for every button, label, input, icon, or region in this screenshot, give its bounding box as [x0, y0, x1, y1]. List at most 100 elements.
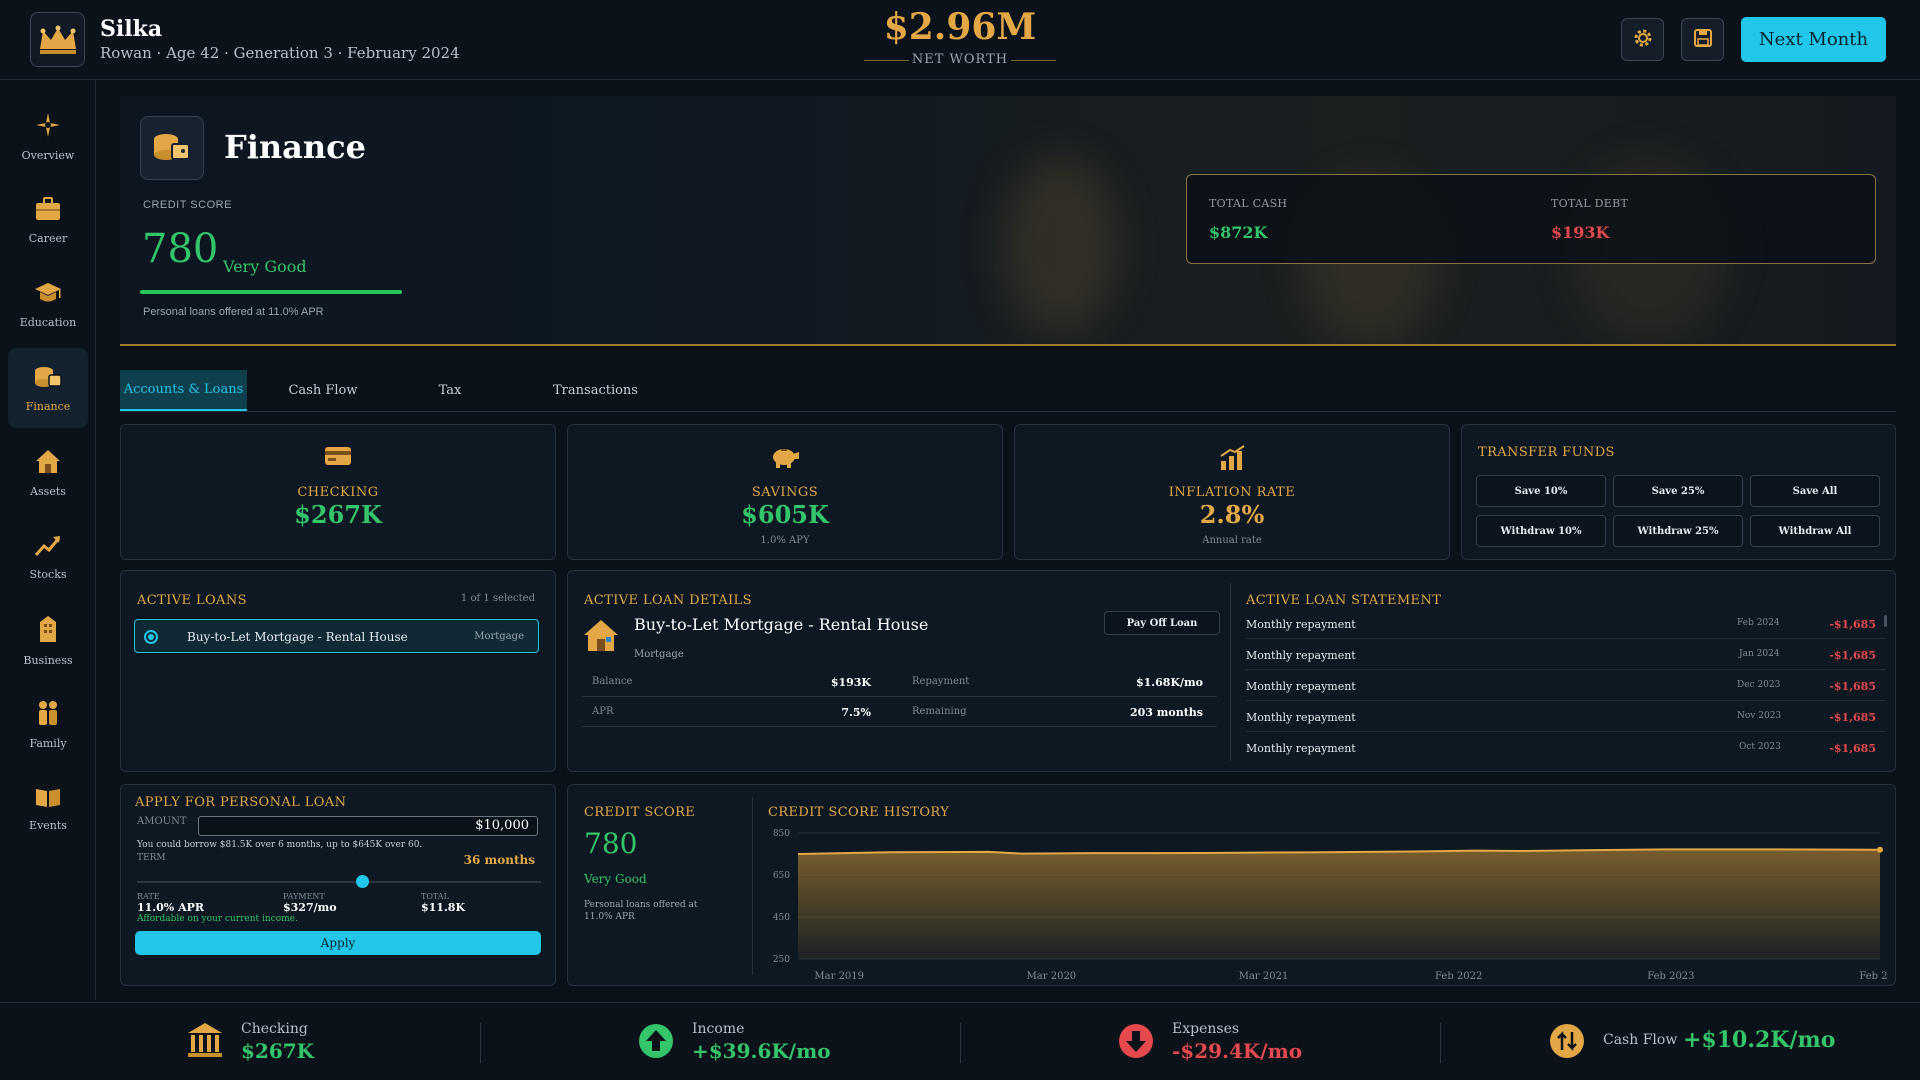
credit-rating: Very Good — [223, 257, 307, 276]
save-button[interactable] — [1681, 18, 1724, 61]
rate-label: RATE — [137, 892, 160, 901]
y-tick-label: 250 — [773, 955, 790, 965]
total-debt-value: $193K — [1551, 223, 1610, 242]
credit-panel-rating: Very Good — [584, 872, 647, 886]
chart-title: CREDIT SCORE HISTORY — [768, 805, 950, 820]
y-tick-label: 850 — [773, 829, 790, 839]
sidebar-item-career[interactable]: Career — [8, 180, 88, 260]
affordability-note: Affordable on your current income. — [137, 914, 298, 924]
apply-button[interactable]: Apply — [135, 931, 541, 955]
gear-icon — [1632, 27, 1654, 53]
footer-checking-value: $267K — [241, 1039, 315, 1063]
x-tick-label: Mar 2021 — [1239, 971, 1289, 982]
y-tick-label: 650 — [773, 871, 790, 881]
x-tick-label: Feb 2024 — [1859, 971, 1888, 982]
net-worth-label: NET WORTH — [860, 52, 1060, 67]
apr-value: 7.5% — [841, 706, 871, 719]
finance-tabs: Accounts & Loans Cash Flow Tax Transacti… — [120, 370, 1896, 412]
page-title: Finance — [224, 128, 366, 166]
save-10-button[interactable]: Save 10% — [1476, 475, 1606, 507]
briefcase-icon — [34, 196, 62, 226]
sidebar-item-finance[interactable]: Finance — [8, 348, 88, 428]
sidebar-item-label: Stocks — [29, 567, 67, 581]
remaining-label: Remaining — [912, 706, 967, 717]
footer-income-label: Income — [692, 1021, 745, 1037]
sidebar-item-education[interactable]: Education — [8, 264, 88, 344]
checking-card: CHECKING $267K — [120, 424, 556, 560]
inflation-title: INFLATION RATE — [1168, 485, 1296, 500]
inflation-value: 2.8% — [1199, 500, 1265, 529]
swap-arrows-icon — [1549, 1023, 1585, 1063]
withdraw-all-button[interactable]: Withdraw All — [1750, 515, 1880, 547]
credit-score-value: 780 — [142, 226, 219, 272]
sidebar-item-label: Finance — [25, 399, 71, 413]
credit-score-bar — [140, 290, 402, 294]
withdraw-25-button[interactable]: Withdraw 25% — [1613, 515, 1743, 547]
x-tick-label: Feb 2022 — [1435, 971, 1482, 982]
remaining-value: 203 months — [1129, 706, 1203, 719]
card-icon — [121, 445, 555, 467]
sidebar-item-stocks[interactable]: Stocks — [8, 516, 88, 596]
coins-icon — [140, 116, 204, 180]
savings-value: $605K — [741, 500, 829, 529]
save-25-button[interactable]: Save 25% — [1613, 475, 1743, 507]
pay-off-loan-button[interactable]: Pay Off Loan — [1104, 611, 1220, 635]
save-icon — [1693, 28, 1713, 52]
total-cash-label: TOTAL CASH — [1209, 197, 1288, 210]
loan-details-title: ACTIVE LOAN DETAILS — [584, 593, 752, 608]
personal-loan-panel: APPLY FOR PERSONAL LOAN AMOUNT $10,000 Y… — [120, 784, 556, 986]
active-loans-panel: ACTIVE LOANS 1 of 1 selected Buy-to-Let … — [120, 570, 556, 772]
credit-panel-score: 780 — [584, 827, 638, 860]
sidebar-item-assets[interactable]: Assets — [8, 432, 88, 512]
settings-button[interactable] — [1621, 18, 1664, 61]
tab-transactions[interactable]: Transactions — [538, 370, 653, 411]
loan-list-item[interactable]: Buy-to-Let Mortgage - Rental House Mortg… — [134, 619, 539, 653]
loan-offer-note: Personal loans offered at 11.0% APR — [143, 306, 324, 318]
save-all-button[interactable]: Save All — [1750, 475, 1880, 507]
statement-row: Monthly repayment Jan 2024 -$1,685 — [1246, 639, 1886, 670]
people-icon — [34, 699, 62, 731]
loan-name: Buy-to-Let Mortgage - Rental House — [187, 630, 408, 644]
balance-label: Balance — [592, 676, 633, 687]
trend-up-icon — [34, 532, 62, 562]
compass-icon — [34, 111, 62, 143]
x-tick-label: Mar 2020 — [1027, 971, 1077, 982]
footer-income-value: +$39.6K/mo — [692, 1039, 831, 1063]
next-month-button[interactable]: Next Month — [1741, 17, 1886, 62]
savings-title: SAVINGS — [751, 485, 819, 500]
book-icon — [34, 785, 62, 813]
total-debt-label: TOTAL DEBT — [1551, 197, 1629, 210]
loan-statement-title: ACTIVE LOAN STATEMENT — [1246, 593, 1442, 608]
sidebar-item-label: Career — [28, 231, 68, 245]
sidebar: Overview Career Education Finance Assets… — [0, 80, 96, 1000]
credit-score-chart: 850 650 450 250 Mar 2019 Mar 2020 Mar 2021 Feb … — [773, 829, 1888, 982]
sidebar-item-label: Education — [19, 315, 77, 329]
withdraw-10-button[interactable]: Withdraw 10% — [1476, 515, 1606, 547]
credit-panel-title: CREDIT SCORE — [584, 805, 696, 820]
active-loans-title: ACTIVE LOANS — [137, 593, 247, 608]
term-slider-handle[interactable] — [355, 875, 369, 888]
total-value: $11.8K — [421, 901, 466, 914]
credit-score-bar-fill — [140, 290, 402, 294]
footer-cash-flow-value: +$10.2K/mo — [1683, 1027, 1836, 1053]
sidebar-item-label: Family — [29, 736, 67, 750]
sidebar-item-business[interactable]: Business — [8, 600, 88, 680]
sidebar-item-events[interactable]: Events — [8, 768, 88, 848]
bank-icon — [186, 1021, 224, 1063]
loan-amount-input[interactable]: $10,000 — [198, 816, 538, 836]
crown-icon[interactable] — [30, 12, 85, 67]
coins-icon — [33, 364, 63, 394]
apr-label: APR — [592, 706, 614, 717]
sidebar-item-overview[interactable]: Overview — [8, 96, 88, 176]
total-cash-value: $872K — [1209, 223, 1268, 242]
loan-detail-type: Mortgage — [634, 649, 684, 660]
footer-checking-label: Checking — [241, 1021, 308, 1037]
tab-tax[interactable]: Tax — [410, 370, 490, 411]
checking-value: $267K — [294, 500, 382, 529]
tab-cash-flow[interactable]: Cash Flow — [268, 370, 378, 411]
term-slider[interactable] — [137, 875, 541, 888]
tab-accounts-loans[interactable]: Accounts & Loans — [120, 370, 247, 411]
radio-selected-icon[interactable] — [144, 630, 158, 644]
sidebar-item-family[interactable]: Family — [8, 684, 88, 764]
credit-history-panel: CREDIT SCORE 780 Very Good Personal loan… — [567, 784, 1896, 986]
